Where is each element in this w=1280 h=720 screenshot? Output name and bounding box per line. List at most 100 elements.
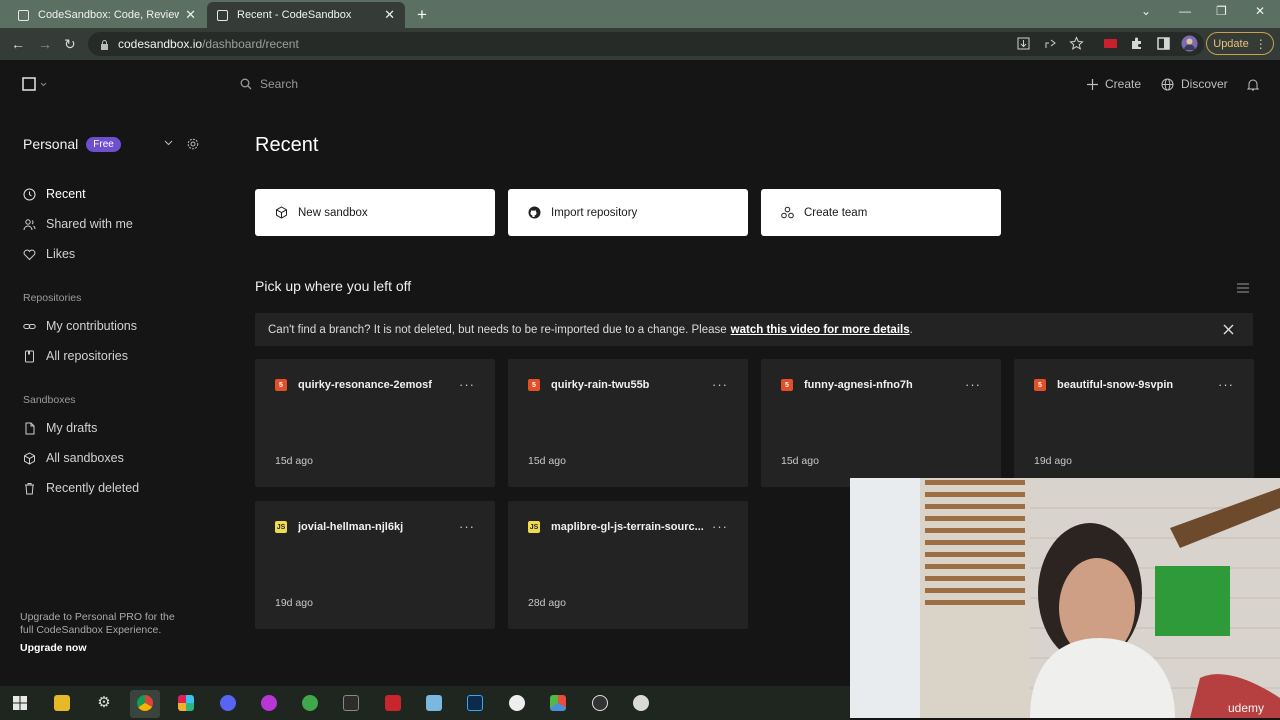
javascript-icon: JS (275, 521, 287, 533)
page-title: Recent (255, 134, 319, 156)
browser-tab-recent[interactable]: Recent - CodeSandbox ✕ (207, 2, 405, 28)
sidebar-item-label: My drafts (46, 421, 98, 435)
banner-video-link[interactable]: watch this video for more details (731, 324, 910, 336)
davinci-icon[interactable] (550, 695, 566, 711)
sandbox-card[interactable]: 5 beautiful-snow-9svpin ··· 19d ago (1014, 359, 1254, 487)
notification-bell-icon[interactable] (1247, 78, 1259, 91)
more-options-icon[interactable]: ··· (712, 519, 728, 534)
udemy-watermark: udemy (1228, 701, 1264, 715)
page-favicon-icon (217, 9, 228, 21)
reload-icon[interactable]: ↻ (64, 36, 76, 53)
new-sandbox-button[interactable]: New sandbox (255, 189, 495, 236)
more-options-icon[interactable]: ··· (965, 377, 981, 392)
sidebar-item-my-drafts[interactable]: My drafts (23, 421, 97, 435)
sidebar-item-shared-with-me[interactable]: Shared with me (23, 217, 133, 231)
more-options-icon[interactable]: ··· (712, 377, 728, 392)
webcam-video-image: udemy (850, 478, 1280, 718)
share-icon[interactable] (1043, 36, 1058, 51)
file-explorer-icon[interactable] (54, 695, 70, 711)
app-gray-icon[interactable] (633, 695, 649, 711)
settings-gear-icon[interactable]: ⚙ (96, 695, 112, 711)
sandbox-card[interactable]: 5 quirky-resonance-2emosf ··· 15d ago (255, 359, 495, 487)
bookmark-star-icon[interactable] (1069, 36, 1084, 51)
app-white-icon[interactable] (509, 695, 525, 711)
sandbox-card[interactable]: 5 quirky-rain-twu55b ··· 15d ago (508, 359, 748, 487)
app-green-icon[interactable] (302, 695, 318, 711)
sidebar-item-all-repositories[interactable]: All repositories (23, 349, 128, 363)
photoshop-icon[interactable] (467, 695, 483, 711)
close-window-button[interactable]: ✕ (1255, 4, 1265, 18)
sandbox-age: 19d ago (275, 597, 313, 609)
update-button[interactable]: Update ⋮ (1206, 32, 1274, 55)
users-icon (23, 218, 36, 230)
tab-close-icon[interactable]: ✕ (185, 7, 196, 23)
sandbox-name: quirky-resonance-2emosf (298, 379, 432, 391)
workspace-name: Personal (23, 136, 79, 152)
profile-avatar[interactable] (1181, 35, 1198, 52)
sidebar-heading-repositories: Repositories (23, 292, 82, 304)
sandbox-card[interactable]: JS maplibre-gl-js-terrain-sourc... ··· 2… (508, 501, 748, 629)
create-button[interactable]: Create (1087, 77, 1141, 91)
list-view-icon[interactable] (1237, 283, 1249, 293)
sidebar-item-likes[interactable]: Likes (23, 247, 75, 261)
close-icon[interactable] (1223, 324, 1234, 335)
sandbox-name: beautiful-snow-9svpin (1057, 379, 1174, 391)
sidebar-item-label: All repositories (46, 349, 128, 363)
github-icon (528, 206, 541, 219)
sidebar-item-all-sandboxes[interactable]: All sandboxes (23, 451, 124, 465)
filezilla-icon[interactable] (385, 695, 401, 711)
kebab-menu-icon: ⋮ (1254, 36, 1267, 51)
app-purple-icon[interactable] (261, 695, 277, 711)
team-icon (781, 206, 794, 219)
extension-red-icon[interactable] (1103, 36, 1118, 51)
more-options-icon[interactable]: ··· (459, 377, 475, 392)
create-label: Create (1105, 77, 1142, 91)
sidebar-item-label: Recently deleted (46, 481, 140, 495)
more-options-icon[interactable]: ··· (1218, 377, 1234, 392)
sandbox-age: 19d ago (1034, 455, 1072, 467)
chrome-icon[interactable] (137, 695, 153, 711)
more-options-icon[interactable]: ··· (459, 519, 475, 534)
search-bar[interactable]: Search (240, 77, 298, 91)
sandbox-age: 15d ago (528, 455, 566, 467)
sandbox-card[interactable]: 5 funny-agnesi-nfno7h ··· 15d ago (761, 359, 1001, 487)
discover-button[interactable]: Discover (1161, 77, 1228, 91)
upgrade-now-link[interactable]: Upgrade now (20, 642, 87, 654)
address-bar[interactable]: codesandbox.io/dashboard/recent (88, 32, 1204, 56)
app-blue-icon[interactable] (426, 695, 442, 711)
update-label: Update (1213, 37, 1249, 50)
sandbox-card[interactable]: JS jovial-hellman-njl6kj ··· 19d ago (255, 501, 495, 629)
sidebar-item-recent[interactable]: Recent (23, 187, 86, 201)
extensions-puzzle-icon[interactable] (1129, 36, 1144, 51)
trash-icon (25, 482, 34, 494)
tab-search-icon[interactable]: ⌄ (1141, 4, 1151, 18)
codesandbox-logo-icon[interactable] (22, 77, 48, 91)
action-label: Import repository (551, 206, 638, 219)
import-repository-button[interactable]: Import repository (508, 189, 748, 236)
browser-toolbar: ← → ↻ codesandbox.io/dashboard/recent Up… (0, 28, 1280, 60)
obs-icon[interactable] (592, 695, 608, 711)
tab-close-icon[interactable]: ✕ (384, 7, 395, 23)
back-arrow-icon[interactable]: ← (11, 36, 25, 52)
terminal-icon[interactable] (343, 695, 359, 711)
sidebar-heading-sandboxes: Sandboxes (23, 394, 76, 406)
new-tab-button[interactable]: + (417, 5, 427, 25)
chevron-down-icon[interactable] (164, 140, 173, 146)
discord-icon[interactable] (220, 695, 236, 711)
browser-tab-codesandbox-home[interactable]: CodeSandbox: Code, Review and ✕ (8, 2, 206, 28)
forward-arrow-icon[interactable]: → (38, 36, 52, 52)
maximize-window-button[interactable]: ❐ (1216, 4, 1227, 18)
gear-icon[interactable] (187, 138, 199, 150)
slack-icon[interactable] (178, 695, 194, 711)
sidebar-item-my-contributions[interactable]: My contributions (23, 319, 137, 333)
minimize-window-button[interactable]: — (1179, 4, 1191, 18)
side-panel-icon[interactable] (1156, 36, 1171, 51)
info-banner: Can't find a branch? It is not deleted, … (255, 313, 1253, 346)
workspace-switcher[interactable]: Personal Free (23, 136, 121, 152)
install-app-icon[interactable] (1016, 36, 1031, 51)
html5-icon: 5 (1034, 379, 1046, 391)
create-team-button[interactable]: Create team (761, 189, 1001, 236)
windows-start-icon[interactable] (12, 695, 28, 711)
action-label: New sandbox (298, 206, 368, 219)
sidebar-item-recently-deleted[interactable]: Recently deleted (23, 481, 139, 495)
